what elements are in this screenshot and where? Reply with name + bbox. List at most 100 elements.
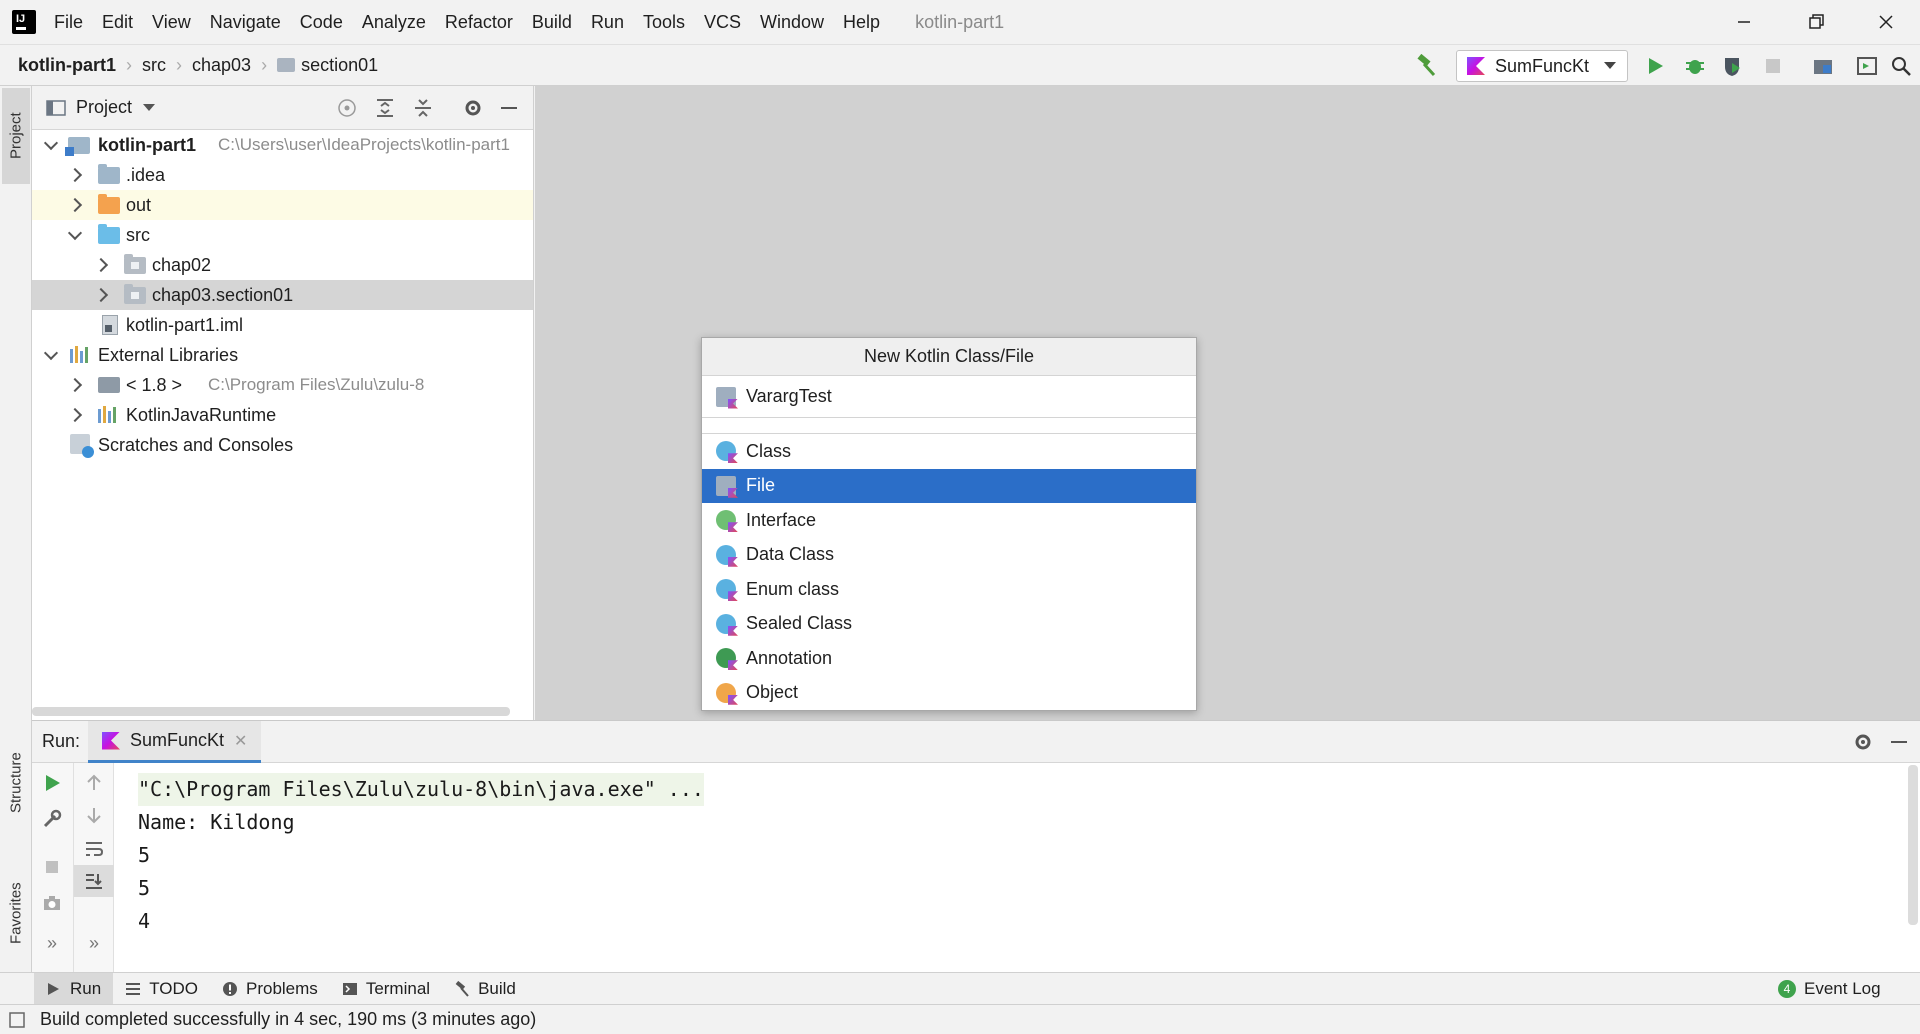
soft-wrap-button[interactable] xyxy=(74,833,114,865)
double-chevron-icon: » xyxy=(88,932,99,953)
hide-panel-icon[interactable] xyxy=(1888,731,1910,753)
collapse-all-icon[interactable] xyxy=(412,97,434,119)
scroll-down-button[interactable] xyxy=(74,799,114,831)
menu-edit[interactable]: Edit xyxy=(102,12,133,33)
menu-analyze[interactable]: Analyze xyxy=(362,12,426,33)
menu-file[interactable]: File xyxy=(54,12,83,33)
option-label: Class xyxy=(746,440,792,461)
menu-run[interactable]: Run xyxy=(591,12,624,33)
tree-node-chap03-section01[interactable]: chap03.section01 xyxy=(32,280,533,310)
close-window-button[interactable] xyxy=(1856,0,1916,44)
bottom-tab-todo[interactable]: TODO xyxy=(113,973,210,1005)
stop-run-button[interactable] xyxy=(32,851,72,883)
option-data-class[interactable]: Data Class xyxy=(702,538,1196,573)
chevron-right-icon[interactable] xyxy=(68,199,80,211)
menu-navigate[interactable]: Navigate xyxy=(210,12,281,33)
option-object[interactable]: Object xyxy=(702,676,1196,711)
chevron-down-icon[interactable] xyxy=(68,229,80,241)
option-file[interactable]: File xyxy=(702,468,1196,503)
source-folder-icon xyxy=(98,224,120,244)
scroll-up-button[interactable] xyxy=(74,767,114,799)
option-class[interactable]: Class xyxy=(702,434,1196,469)
tree-node-chap02[interactable]: chap02 xyxy=(32,250,533,280)
gear-icon[interactable] xyxy=(1852,731,1874,753)
more-console-actions-button[interactable]: » xyxy=(74,927,114,959)
event-log-button[interactable]: 4 Event Log xyxy=(1766,973,1893,1005)
tree-label: KotlinJavaRuntime xyxy=(126,404,277,425)
chevron-down-icon[interactable] xyxy=(44,139,56,151)
menu-vcs[interactable]: VCS xyxy=(704,12,741,33)
option-sealed-class[interactable]: Sealed Class xyxy=(702,607,1196,642)
run-with-coverage-button[interactable] xyxy=(1720,53,1746,79)
debug-button[interactable] xyxy=(1682,53,1708,79)
name-input[interactable] xyxy=(746,386,1166,407)
option-interface[interactable]: Interface xyxy=(702,503,1196,538)
bottom-tab-run[interactable]: Run xyxy=(34,972,114,1005)
run-configuration-select[interactable]: SumFuncKt xyxy=(1456,50,1628,82)
dump-threads-button[interactable] xyxy=(32,887,72,919)
status-toggle-icon[interactable] xyxy=(8,1011,26,1029)
tree-node-external-libraries[interactable]: External Libraries xyxy=(32,340,533,370)
chevron-right-icon[interactable] xyxy=(68,379,80,391)
breadcrumb-src[interactable]: src xyxy=(142,55,166,76)
structure-tool-tab[interactable]: Structure xyxy=(2,730,30,836)
chevron-down-icon[interactable] xyxy=(142,103,156,113)
breadcrumb-section01[interactable]: section01 xyxy=(301,55,378,76)
project-view-title[interactable]: Project xyxy=(76,97,132,118)
favorites-tool-tab[interactable]: Favorites xyxy=(2,858,30,968)
tree-node-scratches[interactable]: Scratches and Consoles xyxy=(32,430,533,460)
rerun-button[interactable] xyxy=(32,767,72,799)
bottom-tab-problems[interactable]: Problems xyxy=(210,973,330,1005)
option-enum-class[interactable]: Enum class xyxy=(702,572,1196,607)
breadcrumb-project[interactable]: kotlin-part1 xyxy=(18,55,116,76)
restore-button[interactable] xyxy=(1786,0,1846,44)
project-tool-tab[interactable]: Project xyxy=(2,88,30,184)
gear-icon[interactable] xyxy=(462,97,484,119)
expand-all-icon[interactable] xyxy=(374,97,396,119)
scroll-to-end-button[interactable] xyxy=(74,865,114,897)
tree-node-out[interactable]: out xyxy=(32,190,533,220)
build-project-button[interactable] xyxy=(1413,53,1439,79)
breadcrumb-chap03[interactable]: chap03 xyxy=(192,55,251,76)
more-actions-button[interactable]: » xyxy=(32,927,72,959)
menu-view[interactable]: View xyxy=(152,12,191,33)
tree-node-project-root[interactable]: kotlin-part1 C:\Users\user\IdeaProjects\… xyxy=(32,130,533,160)
chevron-down-icon[interactable] xyxy=(44,349,56,361)
edit-configuration-button[interactable] xyxy=(32,803,72,835)
run-anything-button[interactable] xyxy=(1854,53,1880,79)
chevron-right-icon[interactable] xyxy=(94,259,106,271)
chevron-right-icon[interactable] xyxy=(68,409,80,421)
chevron-right-icon[interactable] xyxy=(94,289,106,301)
run-button[interactable] xyxy=(1642,53,1668,79)
chevron-right-icon[interactable] xyxy=(68,169,80,181)
menu-help[interactable]: Help xyxy=(843,12,880,33)
menu-window[interactable]: Window xyxy=(760,12,824,33)
tree-label: < 1.8 > xyxy=(126,374,183,395)
tree-path-hint: C:\Users\user\IdeaProjects\kotlin-part1 xyxy=(218,135,510,154)
tree-node-iml[interactable]: kotlin-part1.iml xyxy=(32,310,533,340)
project-structure-button[interactable] xyxy=(1810,53,1836,79)
horizontal-scrollbar[interactable] xyxy=(32,707,510,716)
menu-build[interactable]: Build xyxy=(532,12,572,33)
console-output[interactable]: "C:\Program Files\Zulu\zulu-8\bin\java.e… xyxy=(138,773,704,938)
option-annotation[interactable]: Annotation xyxy=(702,641,1196,676)
close-tab-icon[interactable]: ✕ xyxy=(234,731,247,751)
run-tab-sumfunckt[interactable]: SumFuncKt ✕ xyxy=(88,721,262,763)
tree-node-idea[interactable]: .idea xyxy=(32,160,533,190)
search-everywhere-button[interactable] xyxy=(1888,53,1914,79)
menu-code[interactable]: Code xyxy=(300,12,343,33)
tree-node-jdk[interactable]: < 1.8 > C:\Program Files\Zulu\zulu-8 xyxy=(32,370,533,400)
menu-tools[interactable]: Tools xyxy=(643,12,685,33)
locate-file-icon[interactable] xyxy=(336,97,358,119)
stop-button[interactable] xyxy=(1760,53,1786,79)
tree-node-kotlin-runtime[interactable]: KotlinJavaRuntime xyxy=(32,400,533,430)
console-vertical-scrollbar[interactable] xyxy=(1908,765,1918,925)
menu-refactor[interactable]: Refactor xyxy=(445,12,513,33)
minimize-button[interactable] xyxy=(1714,0,1774,44)
bottom-tab-build[interactable]: Build xyxy=(442,973,528,1005)
tree-node-src[interactable]: src xyxy=(32,220,533,250)
bottom-tab-terminal[interactable]: Terminal xyxy=(330,973,442,1005)
hide-panel-icon[interactable] xyxy=(498,97,520,119)
kotlin-enum-icon xyxy=(716,579,736,600)
close-icon xyxy=(1879,15,1893,29)
